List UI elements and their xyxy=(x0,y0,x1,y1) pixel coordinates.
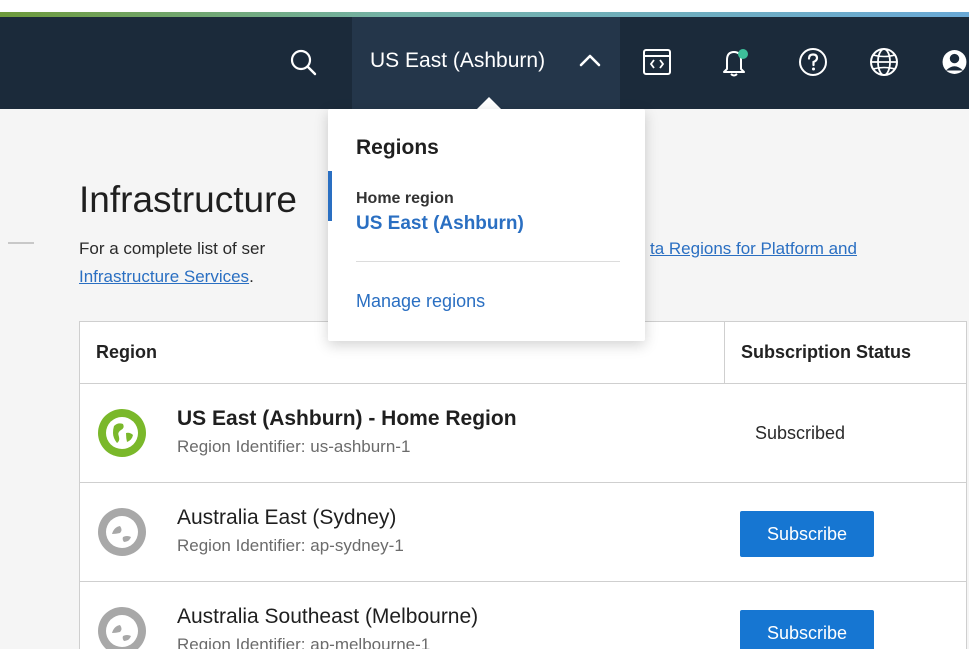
home-region-option[interactable]: US East (Ashburn) xyxy=(356,213,524,235)
doc-link-part2[interactable]: Infrastructure Services xyxy=(79,267,249,286)
doc-link-part1[interactable]: ta Regions for Platform and xyxy=(650,236,857,262)
region-name: US East (Ashburn) - Home Region xyxy=(177,407,517,430)
doc-link-line2: Infrastructure Services. xyxy=(79,264,254,290)
doc-link-text[interactable]: ta Regions for Platform and xyxy=(650,239,857,258)
region-globe-icon xyxy=(96,506,148,558)
column-divider xyxy=(724,322,725,384)
search-icon[interactable] xyxy=(286,45,320,79)
regions-table: Region Subscription Status US East (Ashb… xyxy=(79,321,967,649)
subscribe-button[interactable]: Subscribe xyxy=(740,610,874,649)
region-globe-icon xyxy=(96,605,148,649)
column-header-status: Subscription Status xyxy=(741,342,912,362)
active-indicator xyxy=(328,171,332,221)
dropdown-divider xyxy=(356,261,620,262)
table-row: Australia Southeast (Melbourne) Region I… xyxy=(80,583,966,649)
page-description: For a complete list of ser xyxy=(79,236,265,262)
region-identifier: Region Identifier: us-ashburn-1 xyxy=(177,437,411,456)
table-row: Australia East (Sydney) Region Identifie… xyxy=(80,484,966,582)
page-title: Infrastructure xyxy=(79,179,297,220)
bell-icon[interactable] xyxy=(718,45,752,79)
home-region-label: Home region xyxy=(356,190,454,207)
region-name: Australia Southeast (Melbourne) xyxy=(177,605,479,628)
dropdown-title: Regions xyxy=(356,136,439,159)
subscribe-button[interactable]: Subscribe xyxy=(740,511,874,557)
region-selector-label: US East (Ashburn) xyxy=(370,49,546,72)
manage-regions-link[interactable]: Manage regions xyxy=(356,291,485,312)
top-navbar: US East (Ashburn) xyxy=(0,17,969,109)
divider xyxy=(8,242,34,244)
column-header-region: Region xyxy=(96,342,157,362)
home-region-globe-icon xyxy=(96,407,148,459)
region-identifier: Region Identifier: ap-melbourne-1 xyxy=(177,635,431,649)
description-text: For a complete list of ser xyxy=(79,239,266,258)
region-selector[interactable]: US East (Ashburn) xyxy=(352,17,620,109)
table-row: US East (Ashburn) - Home Region Region I… xyxy=(80,385,966,483)
help-icon[interactable] xyxy=(796,45,830,79)
profile-icon[interactable] xyxy=(940,45,969,79)
subscription-status: Subscribed xyxy=(755,423,846,443)
top-accent-stripe xyxy=(0,0,969,18)
region-identifier: Region Identifier: ap-sydney-1 xyxy=(177,536,404,555)
region-name: Australia East (Sydney) xyxy=(177,506,397,529)
cloud-shell-icon[interactable] xyxy=(640,45,674,79)
description-suffix: . xyxy=(249,267,254,286)
chevron-up-icon xyxy=(576,47,604,75)
globe-icon[interactable] xyxy=(867,45,901,79)
regions-dropdown: Regions Home region US East (Ashburn) Ma… xyxy=(328,109,645,341)
